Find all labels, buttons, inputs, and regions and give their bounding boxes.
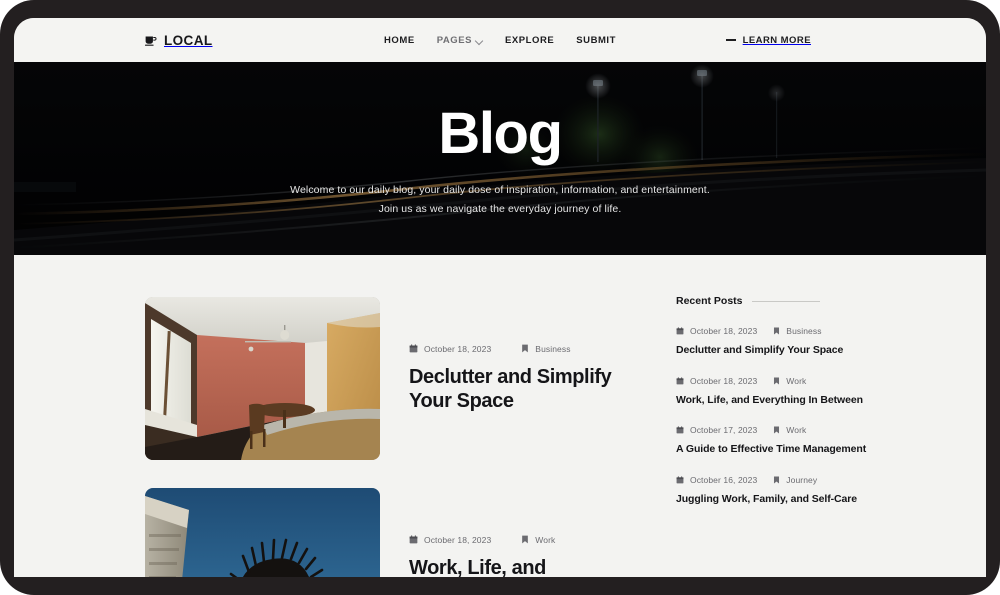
sidebar-item-category[interactable]: Business (773, 326, 821, 336)
post-list-item[interactable]: October 18, 2023 Business Declutter and … (145, 297, 645, 460)
nav-item-home[interactable]: HOME (384, 35, 415, 46)
nav-item-submit[interactable]: SUBMIT (576, 35, 616, 46)
sidebar-item-category[interactable]: Journey (773, 475, 817, 485)
nav-item-pages[interactable]: PAGES (437, 35, 483, 46)
chevron-down-icon (476, 37, 483, 44)
sidebar-heading-rule (751, 300, 820, 302)
nav-item-explore[interactable]: EXPLORE (505, 35, 554, 46)
page-subtitle: Welcome to our daily blog, your daily do… (290, 184, 710, 215)
post-category-text: Work (535, 534, 556, 545)
sidebar-list-item[interactable]: October 18, 2023 Work Work, Life, and Ev… (676, 376, 876, 408)
sidebar-list-item[interactable]: October 16, 2023 Journey Juggling Work, … (676, 475, 876, 507)
browser-viewport: LOCAL HOME PAGES EXPLORE SUBMIT LEARN MO… (14, 18, 986, 577)
post-date-text: October 18, 2023 (424, 343, 492, 354)
nav-item-submit-label: SUBMIT (576, 34, 616, 46)
learn-more-label: LEARN MORE (742, 34, 811, 46)
sidebar-item-title[interactable]: Declutter and Simplify Your Space (676, 343, 876, 358)
post-title[interactable]: Declutter and Simplify Your Space (409, 365, 645, 414)
bookmark-icon (774, 377, 780, 385)
sidebar-item-category[interactable]: Work (773, 425, 806, 435)
device-frame: LOCAL HOME PAGES EXPLORE SUBMIT LEARN MO… (0, 0, 1000, 595)
sidebar-item-category[interactable]: Work (773, 376, 806, 386)
sidebar-item-meta: October 16, 2023 Journey (676, 475, 876, 485)
sidebar-item-meta: October 17, 2023 Work (676, 425, 876, 435)
sidebar-item-meta: October 18, 2023 Business (676, 326, 876, 336)
post-category[interactable]: Business (521, 344, 570, 354)
post-thumbnail-declutter[interactable] (145, 297, 380, 460)
calendar-icon (676, 426, 684, 434)
post-list-item[interactable]: October 18, 2023 Work Work, Life, and Ev… (145, 488, 645, 577)
post-date: October 18, 2023 (409, 535, 491, 545)
post-category[interactable]: Work (521, 535, 555, 545)
sidebar-item-category-text: Work (786, 425, 807, 436)
sidebar-item-meta: October 18, 2023 Work (676, 376, 876, 386)
post-date-text: October 18, 2023 (424, 534, 492, 545)
sidebar-item-date-text: October 17, 2023 (690, 425, 758, 436)
hero-banner: Blog Welcome to our daily blog, your dai… (14, 62, 986, 255)
post-meta: October 18, 2023 Business (409, 344, 645, 354)
sidebar-list-item[interactable]: October 17, 2023 Work A Guide to Effecti… (676, 425, 876, 457)
sidebar-list-item[interactable]: October 18, 2023 Business Declutter and … (676, 326, 876, 358)
post-meta: October 18, 2023 Work (409, 535, 645, 545)
sidebar-item-title[interactable]: Work, Life, and Everything In Between (676, 393, 876, 408)
calendar-icon (409, 344, 418, 353)
bookmark-icon (774, 476, 780, 484)
main-content: October 18, 2023 Business Declutter and … (14, 255, 986, 577)
post-date: October 18, 2023 (409, 344, 491, 354)
post-list: October 18, 2023 Business Declutter and … (145, 297, 645, 577)
sidebar-item-date: October 18, 2023 (676, 326, 757, 336)
sidebar-item-date-text: October 18, 2023 (690, 375, 758, 386)
nav-item-explore-label: EXPLORE (505, 34, 555, 46)
sidebar-item-title[interactable]: A Guide to Effective Time Management (676, 442, 876, 457)
sidebar-item-date: October 18, 2023 (676, 376, 757, 386)
sidebar-item-date: October 16, 2023 (676, 475, 757, 485)
sidebar-heading: Recent Posts (676, 295, 876, 307)
post-category-text: Business (535, 343, 571, 354)
sidebar-heading-text: Recent Posts (676, 295, 743, 307)
sidebar-item-date-text: October 18, 2023 (690, 326, 758, 336)
bookmark-icon (774, 327, 780, 335)
sidebar-item-category-text: Work (786, 375, 807, 386)
post-thumbnail-work-life[interactable] (145, 488, 380, 577)
bookmark-icon (522, 535, 529, 544)
calendar-icon (676, 327, 684, 335)
calendar-icon (676, 476, 684, 484)
sidebar-recent-posts: Recent Posts October 18, 2023 Business D… (676, 295, 876, 525)
site-navbar: LOCAL HOME PAGES EXPLORE SUBMIT LEARN MO… (14, 18, 986, 62)
bookmark-icon (522, 344, 529, 353)
sidebar-item-category-text: Journey (786, 475, 818, 486)
sidebar-item-date: October 17, 2023 (676, 425, 757, 435)
page-title: Blog (438, 101, 563, 167)
post-title[interactable]: Work, Life, and Everything In (409, 556, 645, 577)
nav-item-home-label: HOME (384, 34, 415, 46)
dash-icon (725, 39, 736, 41)
bookmark-icon (774, 426, 780, 434)
calendar-icon (676, 377, 684, 385)
sidebar-item-title[interactable]: Juggling Work, Family, and Self-Care (676, 492, 876, 507)
sidebar-item-category-text: Business (786, 326, 822, 336)
primary-nav: HOME PAGES EXPLORE SUBMIT (14, 35, 986, 46)
nav-item-pages-label: PAGES (436, 34, 473, 46)
learn-more-button[interactable]: LEARN MORE (725, 34, 811, 46)
sidebar-item-date-text: October 16, 2023 (690, 475, 758, 486)
calendar-icon (409, 535, 418, 544)
